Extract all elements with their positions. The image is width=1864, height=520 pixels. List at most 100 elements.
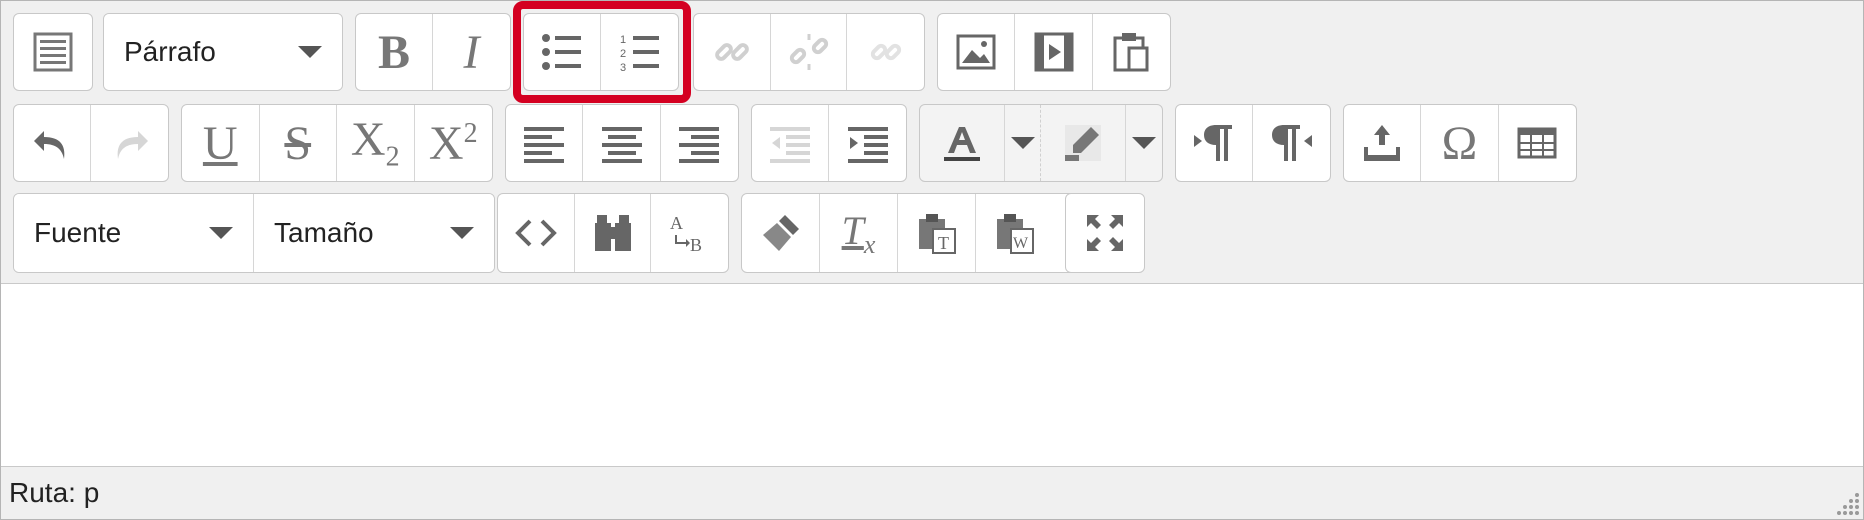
image-icon [956, 34, 996, 70]
indent-button[interactable] [829, 105, 906, 181]
table-icon [1517, 127, 1557, 159]
direction-group [1175, 104, 1331, 182]
redo-icon [117, 131, 148, 159]
font-family-dropdown[interactable]: Fuente [14, 194, 254, 272]
align-center-button[interactable] [583, 105, 661, 181]
upload-button[interactable] [1344, 105, 1422, 181]
alignment-group [505, 104, 739, 182]
text-color-button[interactable] [920, 105, 1006, 181]
image-button[interactable] [938, 14, 1016, 90]
special-char-button[interactable]: Ω [1421, 105, 1499, 181]
omega-icon: Ω [1441, 116, 1478, 170]
subscript-button[interactable]: X2 [337, 105, 415, 181]
remove-format-button[interactable]: Tx [820, 194, 898, 272]
color-group [919, 104, 1163, 182]
fullscreen-button[interactable] [1066, 194, 1144, 272]
table-button[interactable] [1499, 105, 1576, 181]
background-color-icon [1065, 125, 1102, 161]
find-replace-button[interactable] [575, 194, 652, 272]
resize-handle-icon[interactable] [1831, 487, 1861, 517]
text-color-dropdown[interactable] [1005, 105, 1041, 181]
unlink-icon [789, 34, 828, 70]
chevron-down-icon [1010, 137, 1035, 149]
italic-icon: I [463, 25, 480, 79]
svg-text:W: W [1013, 235, 1029, 252]
insert-media-group [937, 13, 1171, 91]
text-style-group: U S X2 X2 [181, 104, 493, 182]
superscript-button[interactable]: X2 [415, 105, 493, 181]
numbered-list-icon: 1 2 3 [620, 34, 659, 74]
font-size-value: Tamaño [274, 217, 374, 248]
chevron-down-icon [450, 227, 474, 239]
fullscreen-icon [1087, 215, 1123, 251]
paste-word-icon: W [997, 214, 1034, 254]
svg-text:T: T [938, 233, 949, 253]
unlink-button[interactable] [771, 14, 848, 90]
text-color-icon [944, 127, 981, 161]
italic-button[interactable]: I [433, 14, 510, 90]
ltr-icon [1194, 125, 1232, 161]
editor-statusbar: Ruta: p [1, 466, 1863, 519]
toolbar-toggle-icon [33, 32, 73, 72]
spellcheck-button[interactable]: A B [651, 194, 728, 272]
underline-button[interactable]: U [182, 105, 260, 181]
undo-icon [34, 131, 65, 159]
align-left-icon [524, 127, 565, 163]
align-center-icon [601, 127, 642, 163]
align-right-icon [679, 127, 720, 163]
chevron-down-icon [298, 46, 322, 58]
svg-text:3: 3 [620, 62, 626, 74]
paragraph-format-dropdown[interactable]: Párrafo [103, 13, 343, 91]
paste-button[interactable] [1093, 14, 1170, 90]
subscript-icon: X2 [350, 113, 400, 173]
rtl-button[interactable] [1253, 105, 1330, 181]
strikethrough-button[interactable]: S [260, 105, 337, 181]
tools-group: A B [497, 193, 729, 273]
editor-content-area[interactable] [1, 284, 1863, 466]
numbered-list-button[interactable]: 1 2 3 [601, 14, 678, 90]
align-left-button[interactable] [506, 105, 584, 181]
basic-format-group: B I [355, 13, 511, 91]
media-button[interactable] [1015, 14, 1093, 90]
media-icon [1034, 32, 1074, 72]
ltr-button[interactable] [1176, 105, 1253, 181]
clear-format-button[interactable] [742, 194, 820, 272]
svg-text:A: A [670, 213, 683, 233]
clear-format-icon [762, 215, 799, 251]
editor-toolbar: Párrafo B I 1 2 3 U S X2 X2 Ω Fuente Tam… [1, 1, 1863, 284]
chevron-down-icon [1132, 137, 1157, 149]
paste-text-icon: T [918, 214, 956, 254]
toolbar-toggle-button[interactable] [14, 14, 92, 90]
anchor-button[interactable] [847, 14, 924, 90]
bold-icon: B [377, 25, 410, 79]
link-button[interactable] [694, 14, 771, 90]
element-path: Ruta: p [9, 477, 100, 508]
text-editor: Párrafo B I 1 2 3 U S X2 X2 Ω Fuente Tam… [0, 0, 1864, 520]
spellcheck-icon: A B [670, 213, 702, 255]
outdent-button[interactable] [752, 105, 829, 181]
bullet-list-icon [542, 34, 581, 70]
bullet-list-button[interactable] [524, 14, 601, 90]
background-color-dropdown[interactable] [1126, 105, 1162, 181]
superscript-icon: X2 [428, 116, 478, 170]
background-color-button[interactable] [1041, 105, 1127, 181]
bold-button[interactable]: B [356, 14, 433, 90]
align-right-button[interactable] [661, 105, 738, 181]
svg-text:1: 1 [620, 34, 626, 46]
anchor-icon [870, 43, 901, 61]
indent-group [751, 104, 907, 182]
redo-button[interactable] [91, 105, 168, 181]
font-size-dropdown[interactable]: Tamaño [254, 194, 494, 272]
find-icon [594, 215, 631, 251]
source-code-button[interactable] [498, 194, 575, 272]
undo-button[interactable] [14, 105, 91, 181]
paste-icon [1113, 33, 1149, 72]
font-family-value: Fuente [34, 217, 122, 248]
outdent-icon [770, 127, 810, 163]
fullscreen-group [1065, 193, 1145, 273]
paste-text-button[interactable]: T [898, 194, 976, 272]
chevron-down-icon [209, 227, 233, 239]
history-group [13, 104, 169, 182]
list-group: 1 2 3 [523, 13, 679, 91]
paste-word-button[interactable]: W [976, 194, 1054, 272]
